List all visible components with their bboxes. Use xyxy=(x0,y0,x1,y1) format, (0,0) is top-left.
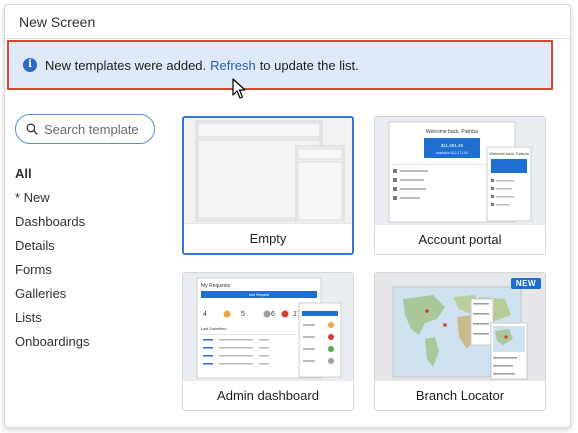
admin-dashboard-preview-graphic: My Requests Add Request 4 5 6 17 Last Su… xyxy=(196,277,342,379)
preview-amount: $11,681.45 xyxy=(441,143,464,148)
admin-dashboard-preview: My Requests Add Request 4 5 6 17 Last Su… xyxy=(183,273,353,381)
account-portal-preview-graphic: Welcome back, Patricia $11,681.45 availa… xyxy=(388,121,532,223)
preview-stat: 6 xyxy=(271,311,275,318)
preview-stat: 4 xyxy=(203,311,207,318)
category-dashboards[interactable]: Dashboards xyxy=(15,210,89,234)
category-onboardings[interactable]: Onboardings xyxy=(15,330,89,354)
template-label: Admin dashboard xyxy=(183,380,353,410)
template-label: Account portal xyxy=(375,224,545,254)
category-forms[interactable]: Forms xyxy=(15,258,89,282)
template-card-admin-dashboard[interactable]: My Requests Add Request 4 5 6 17 Last Su… xyxy=(182,272,354,411)
category-all[interactable]: All xyxy=(15,162,89,186)
preview-welcome-mobile: Welcome back, Patricia xyxy=(489,152,529,156)
account-portal-preview: Welcome back, Patricia $11,681.45 availa… xyxy=(375,117,545,225)
branch-locator-preview-graphic xyxy=(392,286,528,380)
category-galleries[interactable]: Galleries xyxy=(15,282,89,306)
preview-section: Last Submitted xyxy=(201,327,226,331)
preview-title: My Requests xyxy=(201,283,231,289)
preview-button: Add Request xyxy=(249,293,269,297)
dialog-title: New Screen xyxy=(5,5,570,39)
banner-highlight-box xyxy=(7,40,553,90)
search-input[interactable] xyxy=(44,121,154,137)
preview-stat: 5 xyxy=(241,311,245,318)
branch-locator-preview: NEW xyxy=(375,273,545,381)
empty-preview-graphic xyxy=(195,120,345,225)
preview-sub: available $12,171.93 xyxy=(436,151,468,155)
template-card-account-portal[interactable]: Welcome back, Patricia $11,681.45 availa… xyxy=(374,116,546,255)
category-new[interactable]: * New xyxy=(15,186,89,210)
empty-preview xyxy=(184,118,352,226)
preview-welcome: Welcome back, Patricia xyxy=(426,129,478,135)
template-label: Branch Locator xyxy=(375,380,545,410)
category-details[interactable]: Details xyxy=(15,234,89,258)
template-label: Empty xyxy=(184,223,352,253)
cursor-icon xyxy=(232,78,246,99)
search-box[interactable] xyxy=(15,114,155,144)
search-icon xyxy=(26,123,38,135)
template-card-branch-locator[interactable]: NEW Branch Locator xyxy=(374,272,546,411)
category-lists[interactable]: Lists xyxy=(15,306,89,330)
template-card-empty[interactable]: Empty xyxy=(182,116,354,255)
new-badge: NEW xyxy=(510,278,541,289)
category-list: All * New Dashboards Details Forms Galle… xyxy=(15,162,89,354)
